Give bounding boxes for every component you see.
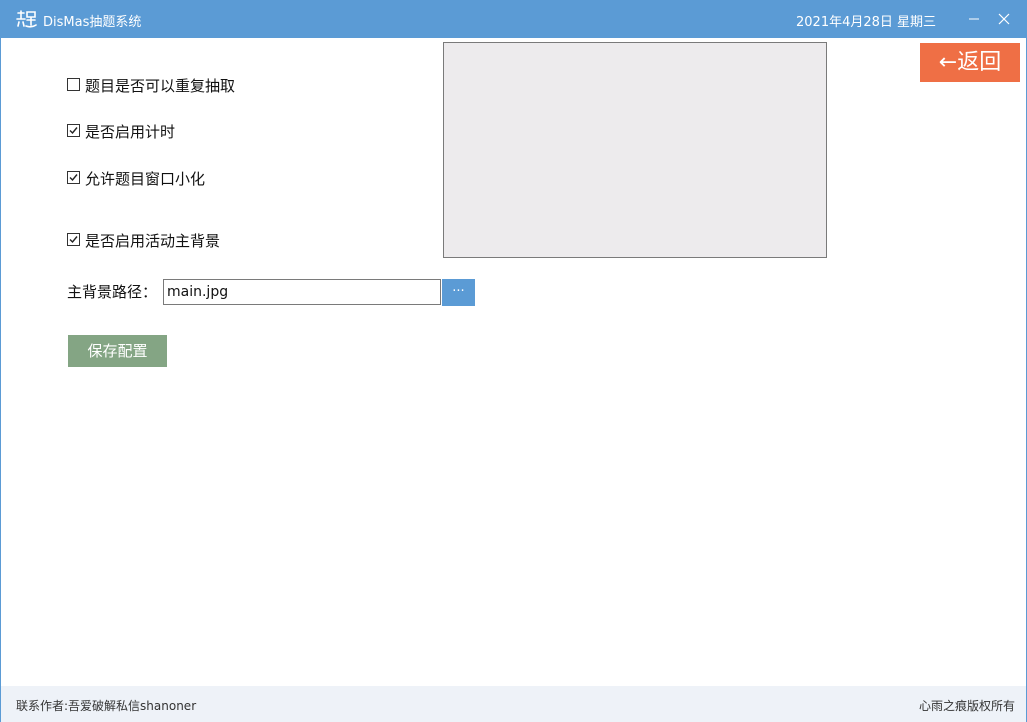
minimize-icon (961, 6, 987, 32)
background-path-input[interactable] (163, 279, 441, 305)
app-title: DisMas抽题系统 (43, 11, 141, 30)
minimize-button[interactable] (961, 6, 987, 32)
option-active-background[interactable]: 是否启用活动主背景 (67, 231, 220, 251)
close-button[interactable] (991, 6, 1017, 32)
option-label: 允许题目窗口小化 (85, 170, 205, 188)
background-preview (443, 42, 827, 258)
background-path-label: 主背景路径： (67, 282, 157, 302)
copyright-text: 心雨之痕版权所有 (919, 697, 1015, 714)
checkbox-icon[interactable] (67, 233, 80, 246)
status-bar: 联系作者:吾爱破解私信shanoner 心雨之痕版权所有 (1, 686, 1026, 722)
close-icon (991, 6, 1017, 32)
option-repeat-draw[interactable]: 题目是否可以重复抽取 (67, 76, 235, 96)
option-label: 是否启用计时 (85, 123, 175, 141)
checkbox-icon[interactable] (67, 171, 80, 184)
browse-button[interactable]: ··· (442, 279, 475, 306)
checkbox-icon[interactable] (67, 124, 80, 137)
option-label: 题目是否可以重复抽取 (85, 77, 235, 95)
back-button[interactable]: ←返回 (920, 43, 1020, 82)
option-allow-minimize[interactable]: 允许题目窗口小化 (67, 169, 205, 189)
option-enable-timer[interactable]: 是否启用计时 (67, 122, 175, 142)
app-logo-icon (15, 9, 37, 29)
date-display: 2021年4月28日 星期三 (796, 11, 936, 30)
save-config-button[interactable]: 保存配置 (68, 335, 167, 367)
contact-text: 联系作者:吾爱破解私信shanoner (16, 697, 196, 714)
title-bar[interactable]: DisMas抽题系统 2021年4月28日 星期三 (1, 0, 1026, 38)
app-window: DisMas抽题系统 2021年4月28日 星期三 ←返回 题目是否可以重复抽取… (0, 0, 1027, 722)
checkbox-icon[interactable] (67, 78, 80, 91)
option-label: 是否启用活动主背景 (85, 232, 220, 250)
